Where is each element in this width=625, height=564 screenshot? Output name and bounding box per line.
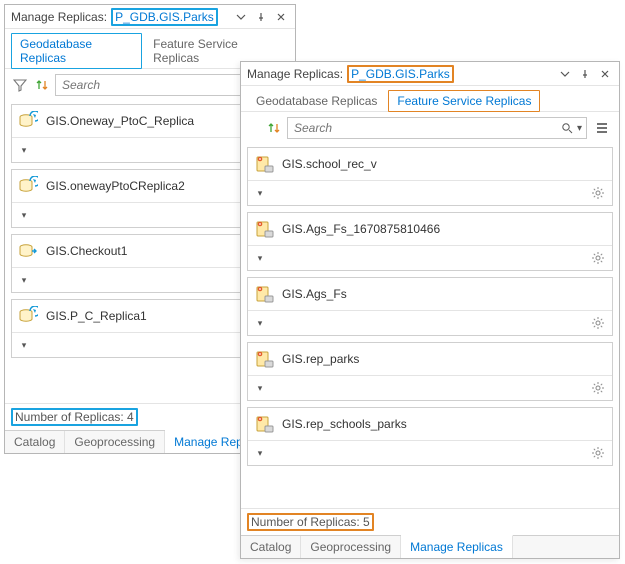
replica-name: GIS.Checkout1 (46, 244, 127, 258)
replica-row[interactable]: GIS.Ags_Fs_1670875810466 (248, 213, 612, 245)
replica-name: GIS.onewayPtoCReplica2 (46, 179, 185, 193)
list-item: GIS.rep_parks ▾ (247, 342, 613, 401)
sort-icon[interactable] (265, 119, 283, 137)
statusbar: Number of Replicas: 5 (241, 508, 619, 535)
replica-list: GIS.school_rec_v ▾ GIS.Ags_Fs_1670875810… (241, 144, 619, 508)
replica-row[interactable]: GIS.rep_parks (248, 343, 612, 375)
chevron-down-icon[interactable]: ▾ (18, 209, 30, 221)
replica-row[interactable]: GIS.school_rec_v (248, 148, 612, 180)
replica-name: GIS.rep_schools_parks (282, 417, 407, 431)
chevron-down-icon[interactable]: ▾ (18, 144, 30, 156)
feature-service-replica-icon (254, 414, 274, 434)
titlebar: Manage Replicas: P_GDB.GIS.Parks (241, 62, 619, 86)
replica-name: GIS.Ags_Fs_1670875810466 (282, 222, 440, 236)
filter-icon[interactable] (11, 76, 29, 94)
chevron-down-icon[interactable]: ▾ (254, 317, 266, 329)
tab-catalog[interactable]: Catalog (5, 431, 65, 453)
list-item: GIS.school_rec_v ▾ (247, 147, 613, 206)
feature-service-replica-icon (254, 154, 274, 174)
replica-name: GIS.Oneway_PtoC_Replica (46, 114, 194, 128)
title-lead: Manage Replicas: (247, 67, 343, 81)
title-database: P_GDB.GIS.Parks (111, 8, 218, 26)
tabs: Geodatabase Replicas Feature Service Rep… (241, 86, 619, 112)
close-icon[interactable] (597, 66, 613, 82)
chevron-down-icon[interactable]: ▾ (577, 123, 582, 134)
close-icon[interactable] (273, 9, 289, 25)
feature-service-replica-icon (254, 219, 274, 239)
chevron-down-icon[interactable] (557, 66, 573, 82)
toolbar: ▾ (241, 112, 619, 144)
search-field[interactable] (292, 120, 557, 136)
tab-manage-replicas[interactable]: Manage Replicas (401, 535, 513, 558)
chevron-down-icon[interactable]: ▾ (18, 274, 30, 286)
tab-feature-service-replicas[interactable]: Feature Service Replicas (388, 90, 540, 112)
feature-service-replica-icon (254, 349, 274, 369)
gear-icon[interactable] (590, 315, 606, 331)
feature-service-replica-icon (254, 284, 274, 304)
database-replica-icon (18, 176, 38, 196)
replica-count: Number of Replicas: 4 (11, 408, 138, 426)
search-input[interactable]: ▾ (287, 117, 587, 139)
replica-row[interactable]: GIS.Ags_Fs (248, 278, 612, 310)
sort-icon[interactable] (33, 76, 51, 94)
tab-geoprocessing[interactable]: Geoprocessing (65, 431, 165, 453)
gear-icon[interactable] (590, 185, 606, 201)
bottom-tabs: Catalog Geoprocessing Manage Replicas (241, 535, 619, 558)
gear-icon[interactable] (590, 250, 606, 266)
search-icon[interactable] (561, 122, 573, 134)
database-replica-icon (18, 111, 38, 131)
replica-name: GIS.rep_parks (282, 352, 359, 366)
replica-row-expander: ▾ (248, 310, 612, 335)
gear-icon[interactable] (590, 380, 606, 396)
titlebar: Manage Replicas: P_GDB.GIS.Parks (5, 5, 295, 29)
chevron-down-icon[interactable]: ▾ (18, 339, 30, 351)
replica-row[interactable]: GIS.rep_schools_parks (248, 408, 612, 440)
tab-catalog[interactable]: Catalog (241, 536, 301, 558)
pin-icon[interactable] (253, 9, 269, 25)
replica-row-expander: ▾ (248, 375, 612, 400)
replica-name: GIS.Ags_Fs (282, 287, 347, 301)
chevron-down-icon[interactable]: ▾ (254, 252, 266, 264)
gear-icon[interactable] (590, 445, 606, 461)
replica-name: GIS.school_rec_v (282, 157, 377, 171)
menu-icon[interactable] (591, 117, 613, 139)
chevron-down-icon[interactable]: ▾ (254, 447, 266, 459)
tab-geodatabase-replicas[interactable]: Geodatabase Replicas (11, 33, 142, 69)
title-database: P_GDB.GIS.Parks (347, 65, 454, 83)
replica-row-expander: ▾ (248, 180, 612, 205)
replica-count: Number of Replicas: 5 (247, 513, 374, 531)
database-checkout-icon (18, 241, 38, 261)
list-item: GIS.Ags_Fs_1670875810466 ▾ (247, 212, 613, 271)
title-lead: Manage Replicas: (11, 10, 107, 24)
chevron-down-icon[interactable]: ▾ (254, 382, 266, 394)
list-item: GIS.rep_schools_parks ▾ (247, 407, 613, 466)
pin-icon[interactable] (577, 66, 593, 82)
chevron-down-icon[interactable]: ▾ (254, 187, 266, 199)
tab-geoprocessing[interactable]: Geoprocessing (301, 536, 401, 558)
replica-row-expander: ▾ (248, 245, 612, 270)
replica-row-expander: ▾ (248, 440, 612, 465)
list-item: GIS.Ags_Fs ▾ (247, 277, 613, 336)
database-replica-icon (18, 306, 38, 326)
manage-replicas-pane-fs: Manage Replicas: P_GDB.GIS.Parks Geodata… (240, 61, 620, 559)
replica-name: GIS.P_C_Replica1 (46, 309, 147, 323)
tab-geodatabase-replicas[interactable]: Geodatabase Replicas (247, 90, 386, 111)
chevron-down-icon[interactable] (233, 9, 249, 25)
